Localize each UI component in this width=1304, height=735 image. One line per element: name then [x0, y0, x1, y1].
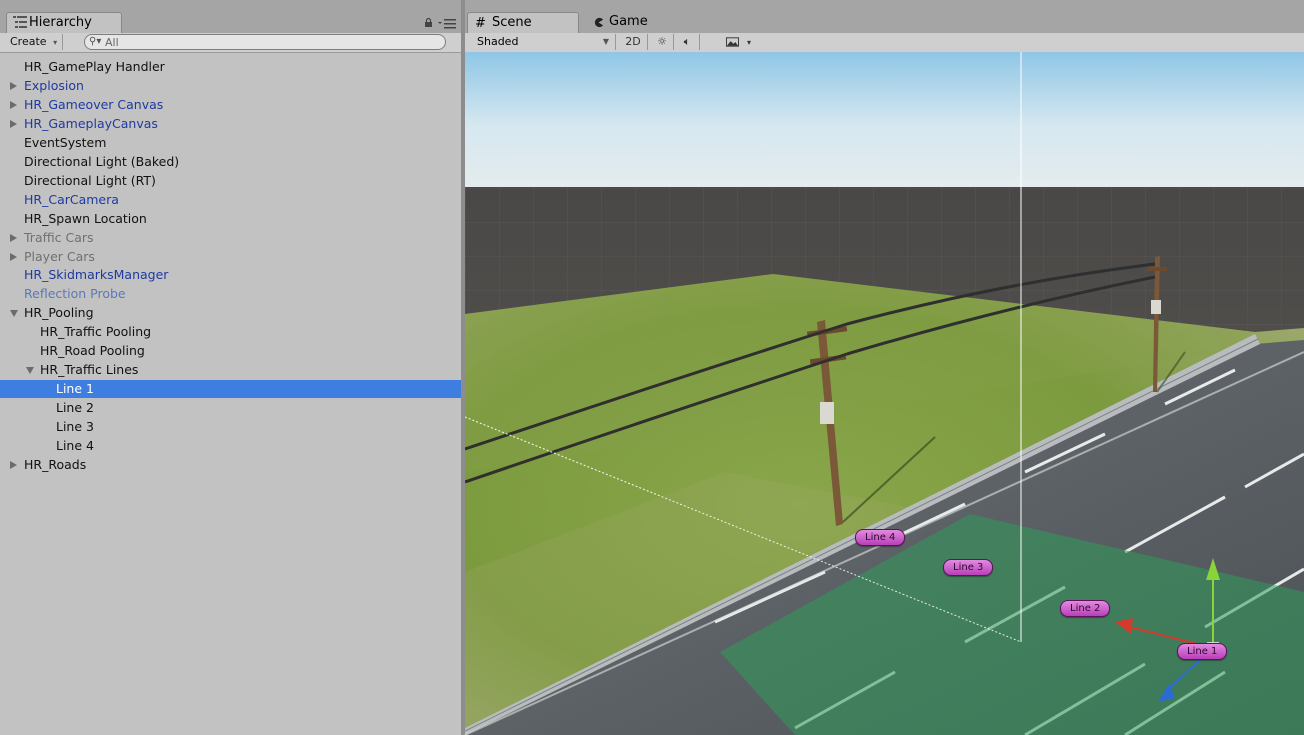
- panel-menu-icon[interactable]: [437, 17, 457, 29]
- scene-toolbar: Shaded ▼ 2D ☼ 🔈︎ ▾: [465, 33, 1304, 53]
- hierarchy-item[interactable]: Player Cars: [0, 248, 461, 266]
- shading-mode-value: Shaded: [477, 35, 519, 48]
- hierarchy-item[interactable]: HR_Spawn Location: [0, 210, 461, 228]
- expand-arrow-right-icon[interactable]: [10, 81, 17, 90]
- sky: [465, 52, 1304, 187]
- search-icon: ⚲▾: [89, 36, 102, 47]
- audio-toggle[interactable]: 🔈︎: [675, 34, 700, 50]
- hierarchy-item[interactable]: HR_Pooling: [0, 304, 461, 322]
- hierarchy-search[interactable]: ⚲▾: [84, 34, 446, 50]
- hierarchy-item-label: HR_GameplayCanvas: [24, 115, 158, 131]
- hierarchy-item[interactable]: Line 1: [0, 380, 461, 399]
- create-dropdown[interactable]: Create ▾: [5, 34, 64, 50]
- chevron-down-icon: ▾: [746, 38, 751, 47]
- hierarchy-item[interactable]: HR_GamePlay Handler: [0, 58, 461, 76]
- chevron-down-icon: ▼: [602, 37, 609, 46]
- hierarchy-item-label: HR_Gameover Canvas: [24, 96, 164, 112]
- tab-hierarchy[interactable]: Hierarchy: [6, 12, 122, 34]
- hierarchy-item[interactable]: HR_Traffic Pooling: [0, 323, 461, 341]
- hierarchy-tab-bar: Hierarchy: [0, 0, 461, 34]
- hierarchy-item[interactable]: HR_Roads: [0, 456, 461, 474]
- hierarchy-item-label: Directional Light (Baked): [24, 153, 180, 169]
- hierarchy-item-label: Player Cars: [24, 248, 95, 264]
- pacman-icon: [594, 17, 604, 28]
- hierarchy-panel: Hierarchy Create ▾ ⚲▾ HR_GamePlay Handle…: [0, 0, 461, 735]
- hierarchy-item-label: HR_Pooling: [24, 305, 94, 321]
- tab-hierarchy-label: Hierarchy: [29, 15, 92, 30]
- hierarchy-item[interactable]: EventSystem: [0, 134, 461, 152]
- tab-game[interactable]: Game: [585, 12, 685, 34]
- hierarchy-list-icon: [13, 16, 27, 28]
- hierarchy-item-label: Line 3: [56, 419, 94, 435]
- search-input[interactable]: [105, 35, 425, 49]
- hierarchy-item[interactable]: HR_Gameover Canvas: [0, 96, 461, 114]
- line-2-gizmo-label[interactable]: Line 2: [1060, 600, 1111, 617]
- line-4-gizmo-label[interactable]: Line 4: [855, 529, 906, 546]
- tab-scene[interactable]: # Scene: [467, 12, 579, 34]
- hierarchy-item-label: HR_Traffic Lines: [40, 362, 139, 378]
- tab-scene-label: Scene: [492, 15, 532, 30]
- line-3-gizmo-label[interactable]: Line 3: [943, 559, 994, 576]
- hierarchy-item-label: Line 4: [56, 438, 94, 453]
- expand-arrow-right-icon[interactable]: [10, 233, 17, 242]
- hierarchy-item[interactable]: Directional Light (RT): [0, 172, 461, 190]
- hierarchy-toolbar: Create ▾ ⚲▾: [0, 33, 461, 53]
- toggle-2d-button[interactable]: 2D: [619, 34, 648, 50]
- expand-arrow-down-icon[interactable]: [10, 310, 18, 318]
- hierarchy-item[interactable]: HR_SkidmarksManager: [0, 266, 461, 284]
- lighting-toggle[interactable]: ☼: [651, 34, 674, 50]
- hierarchy-item[interactable]: Reflection Probe: [0, 285, 461, 303]
- lock-icon[interactable]: [424, 18, 433, 27]
- shading-mode-dropdown[interactable]: Shaded ▼: [473, 34, 616, 50]
- hierarchy-item[interactable]: HR_Road Pooling: [0, 342, 461, 360]
- hierarchy-item-label: HR_GamePlay Handler: [24, 59, 165, 74]
- sun-icon: ☼: [657, 35, 667, 48]
- expand-arrow-right-icon[interactable]: [10, 252, 17, 261]
- hierarchy-item[interactable]: Line 2: [0, 399, 461, 417]
- speaker-icon: 🔈︎: [683, 35, 691, 48]
- hierarchy-item[interactable]: Traffic Cars: [0, 229, 461, 247]
- chevron-down-icon: ▾: [53, 38, 58, 47]
- expand-arrow-down-icon[interactable]: [26, 367, 34, 375]
- toggle-2d-label: 2D: [625, 35, 641, 48]
- image-icon: [725, 37, 739, 47]
- hierarchy-item-label: HR_SkidmarksManager: [24, 267, 169, 283]
- hierarchy-item-label: HR_Spawn Location: [24, 210, 147, 226]
- expand-arrow-right-icon[interactable]: [10, 119, 17, 128]
- tab-game-label: Game: [609, 14, 648, 29]
- hierarchy-item[interactable]: Explosion: [0, 77, 461, 95]
- effects-toggle[interactable]: [723, 34, 741, 50]
- hierarchy-item-label: Traffic Cars: [24, 229, 94, 245]
- hierarchy-item[interactable]: Line 4: [0, 437, 461, 455]
- hierarchy-item[interactable]: HR_CarCamera: [0, 191, 461, 209]
- effects-dropdown[interactable]: ▾: [743, 34, 755, 50]
- hierarchy-item[interactable]: Line 3: [0, 418, 461, 436]
- hierarchy-item-label: Line 2: [56, 400, 94, 416]
- hierarchy-item[interactable]: HR_GameplayCanvas: [0, 115, 461, 133]
- create-label: Create: [10, 35, 47, 48]
- hierarchy-item-label: HR_Road Pooling: [40, 343, 145, 359]
- line-1-gizmo-label[interactable]: Line 1: [1177, 643, 1228, 660]
- hierarchy-item[interactable]: HR_Traffic Lines: [0, 361, 461, 379]
- hierarchy-item-label: Reflection Probe: [24, 286, 126, 302]
- expand-arrow-right-icon[interactable]: [10, 460, 17, 469]
- hierarchy-item-label: HR_Roads: [24, 456, 87, 472]
- scene-render: [465, 52, 1304, 735]
- scene-viewport[interactable]: Line 4 Line 3 Line 2 Line 1: [465, 52, 1304, 735]
- hierarchy-item-label: Explosion: [24, 77, 84, 93]
- hierarchy-item-label: HR_Traffic Pooling: [40, 324, 152, 340]
- hierarchy-item-label: EventSystem: [24, 134, 107, 150]
- hierarchy-item[interactable]: Directional Light (Baked): [0, 153, 461, 171]
- expand-arrow-right-icon[interactable]: [10, 100, 17, 109]
- grid-icon: #: [475, 16, 486, 31]
- hierarchy-item-label: Line 1: [56, 381, 94, 397]
- hierarchy-item-label: HR_CarCamera: [24, 191, 119, 207]
- hierarchy-item-label: Directional Light (RT): [24, 172, 156, 188]
